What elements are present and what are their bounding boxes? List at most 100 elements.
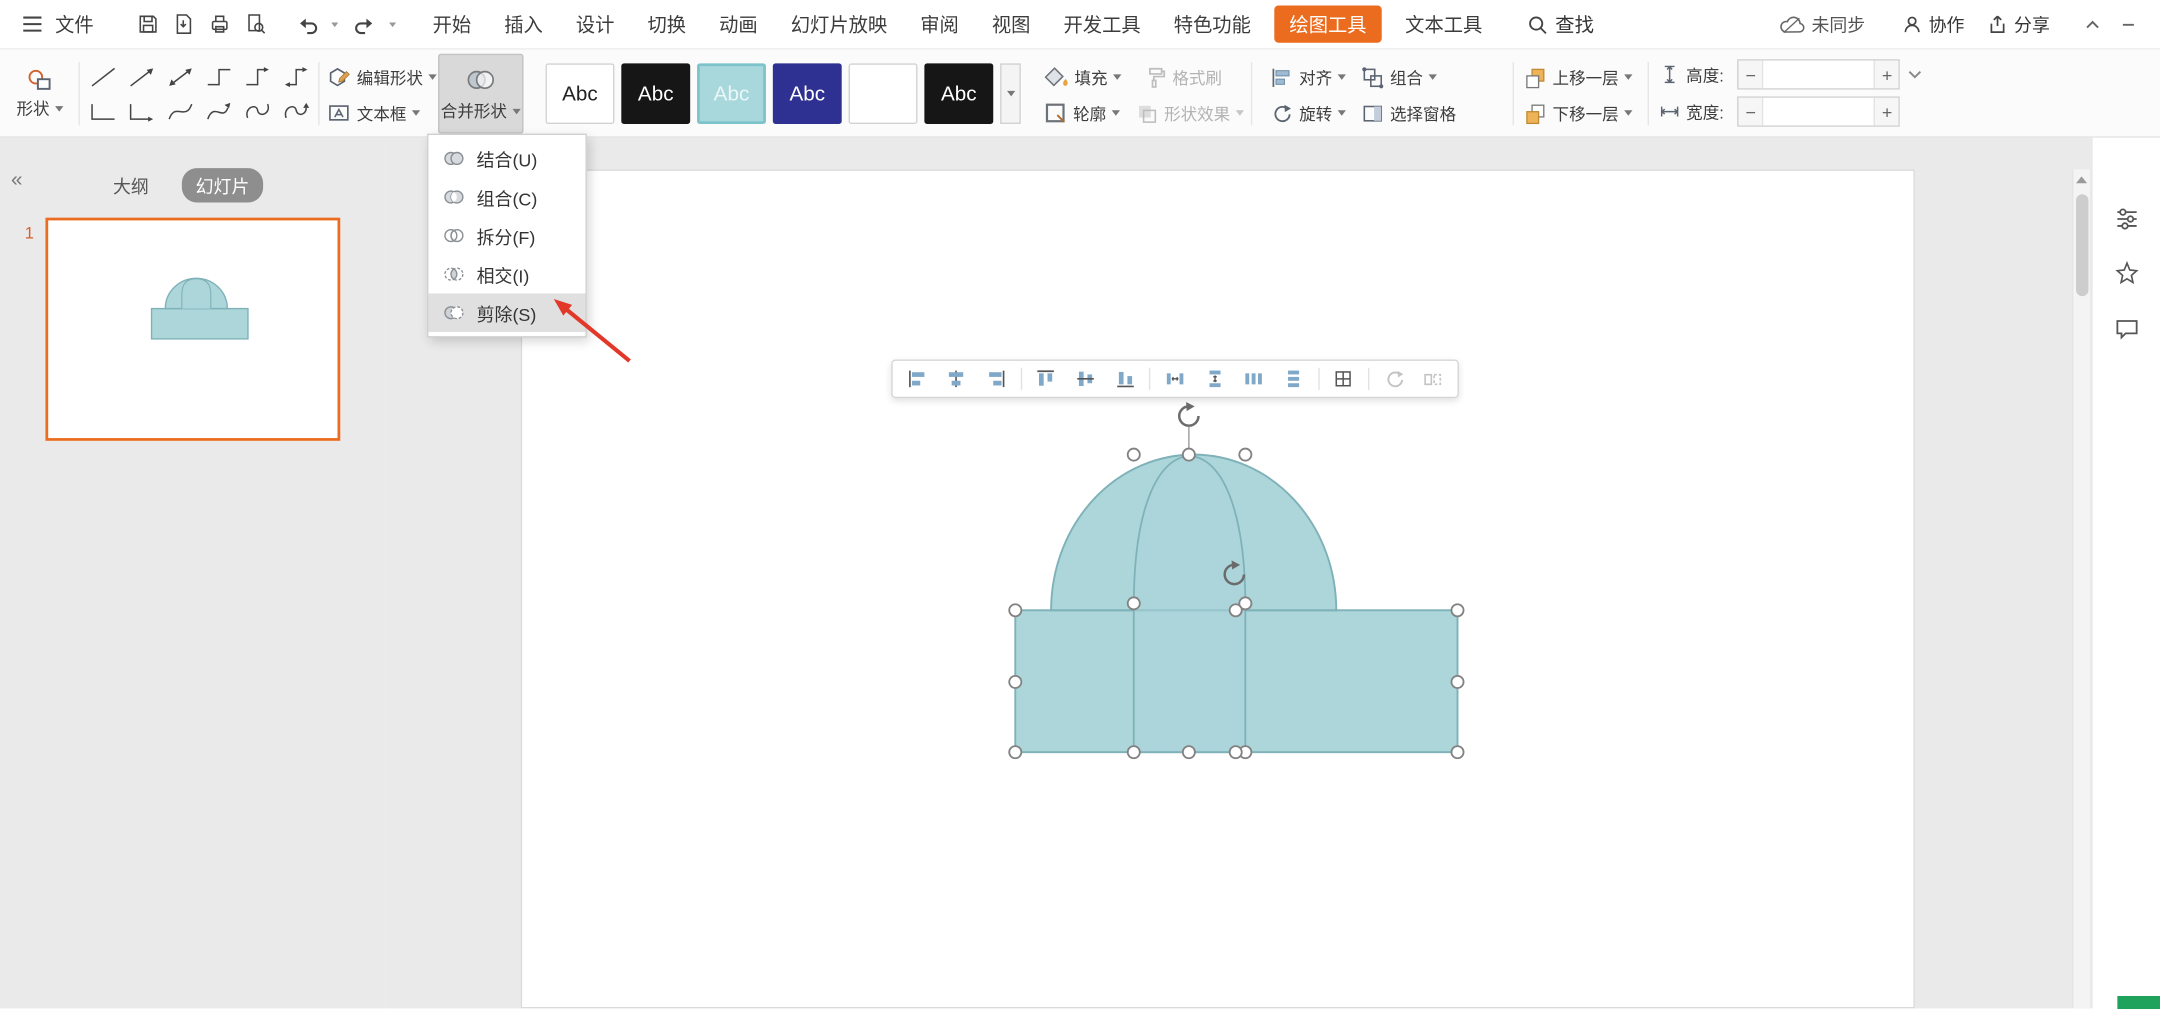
shape-effects-button[interactable]: 形状效果 xyxy=(1135,99,1244,127)
menu-tab[interactable]: 动画 xyxy=(703,0,775,49)
height-label: 高度: xyxy=(1686,63,1724,86)
menu-tab[interactable]: 审阅 xyxy=(904,0,976,49)
hamburger-icon[interactable] xyxy=(14,6,50,42)
line-double-arrow-icon[interactable] xyxy=(161,59,200,93)
rotation-handle[interactable] xyxy=(1179,402,1198,426)
height-minus-button[interactable]: − xyxy=(1739,61,1764,89)
menu-tab-drawing-tools[interactable]: 绘图工具 xyxy=(1274,6,1381,43)
height-input[interactable] xyxy=(1764,61,1874,89)
style-preset[interactable]: Abc xyxy=(546,63,615,124)
curve-arrow-icon[interactable] xyxy=(200,94,239,128)
elbow-up-icon[interactable] xyxy=(84,94,123,128)
editing-canvas[interactable] xyxy=(386,138,2091,1009)
selection-handle[interactable] xyxy=(1230,746,1242,758)
menu-tab[interactable]: 设计 xyxy=(559,0,631,49)
edit-shape-button[interactable]: 编辑形状 xyxy=(326,63,436,91)
menu-item-fragment[interactable]: 拆分(F) xyxy=(428,216,585,255)
print-preview-icon[interactable] xyxy=(237,6,273,42)
app-window: 文件 开始 插入 设计 切换 动画 幻灯片放映 审阅 视图 xyxy=(0,0,2160,1009)
comments-icon[interactable] xyxy=(2112,314,2142,344)
width-input[interactable] xyxy=(1764,98,1874,126)
selection-pane-button[interactable]: 选择窗格 xyxy=(1361,99,1456,127)
menu-tab[interactable]: 文本工具 xyxy=(1389,0,1499,49)
elbow-up-arrow-icon[interactable] xyxy=(123,94,162,128)
menu-tab[interactable]: 视图 xyxy=(975,0,1047,49)
selection-handle[interactable] xyxy=(1230,604,1242,616)
collaborate-button[interactable]: 协作 xyxy=(1901,11,1964,37)
menu-item-union[interactable]: 结合(U) xyxy=(428,139,585,178)
style-preset[interactable] xyxy=(849,63,918,124)
menu-tab[interactable]: 切换 xyxy=(631,0,703,49)
width-plus-button[interactable]: + xyxy=(1874,98,1899,126)
collapse-ribbon-icon[interactable] xyxy=(1907,66,1924,83)
undo-caret-icon[interactable] xyxy=(331,22,338,27)
scroll-up-icon[interactable] xyxy=(2076,176,2087,183)
line-arrow-icon[interactable] xyxy=(123,59,162,93)
elbow-arrow-icon[interactable] xyxy=(238,59,277,93)
style-preset-selected[interactable]: Abc xyxy=(697,63,766,124)
selection-handle[interactable] xyxy=(1128,449,1140,461)
menu-tab[interactable]: 特色功能 xyxy=(1157,0,1267,49)
vertical-scrollbar[interactable] xyxy=(2072,169,2090,1008)
group-button[interactable]: 组合 xyxy=(1361,63,1437,91)
menu-tab[interactable]: 插入 xyxy=(488,0,560,49)
file-menu[interactable]: 文件 xyxy=(50,0,111,49)
width-minus-button[interactable]: − xyxy=(1739,98,1764,126)
save-icon[interactable] xyxy=(129,6,165,42)
align-button[interactable]: 对齐 xyxy=(1270,63,1346,91)
tab-slides[interactable]: 幻灯片 xyxy=(182,168,263,202)
redo-icon[interactable] xyxy=(347,6,383,42)
menu-item-combine[interactable]: 组合(C) xyxy=(428,178,585,217)
gallery-more-button[interactable] xyxy=(1000,63,1021,124)
style-preset[interactable]: Abc xyxy=(924,63,993,124)
format-painter-button[interactable]: 格式刷 xyxy=(1143,63,1222,91)
style-preset[interactable]: Abc xyxy=(773,63,842,124)
share-button[interactable]: 分享 xyxy=(1986,11,2049,37)
line-icon[interactable] xyxy=(84,59,123,93)
curve-icon[interactable] xyxy=(161,94,200,128)
s-curve-icon[interactable] xyxy=(238,94,277,128)
selection-handle[interactable] xyxy=(1128,597,1140,609)
menu-tab[interactable]: 开始 xyxy=(416,0,488,49)
export-icon[interactable] xyxy=(165,6,201,42)
chevron-up-icon[interactable] xyxy=(2075,6,2111,42)
tab-outline[interactable]: 大纲 xyxy=(99,168,162,202)
collapse-panel-button[interactable]: « xyxy=(11,168,22,191)
sync-status[interactable]: 未同步 xyxy=(1778,11,1865,37)
search-button[interactable]: 查找 xyxy=(1526,10,1594,38)
selection-handle[interactable] xyxy=(1451,604,1463,616)
shapes-button[interactable]: 形状 xyxy=(8,55,71,132)
minimize-icon[interactable] xyxy=(2110,6,2146,42)
elbow-double-arrow-icon[interactable] xyxy=(277,59,316,93)
selection-handle[interactable] xyxy=(1128,746,1140,758)
send-backward-button[interactable]: 下移一层 xyxy=(1524,99,1633,127)
selection-handle[interactable] xyxy=(1009,746,1021,758)
selection-handle[interactable] xyxy=(1239,449,1251,461)
textbox-button[interactable]: 文本框 xyxy=(326,99,420,127)
selection-handle[interactable] xyxy=(1009,676,1021,688)
rotate-button[interactable]: 旋转 xyxy=(1270,99,1346,127)
outline-button[interactable]: 轮廓 xyxy=(1043,99,1120,127)
print-icon[interactable] xyxy=(201,6,237,42)
redo-caret-icon[interactable] xyxy=(389,22,396,27)
style-preset[interactable]: Abc xyxy=(621,63,690,124)
merge-shapes-button[interactable]: 合并形状 xyxy=(438,54,523,134)
fill-button[interactable]: 填充 xyxy=(1043,63,1122,91)
undo-icon[interactable] xyxy=(289,6,325,42)
scrollbar-thumb[interactable] xyxy=(2076,194,2088,296)
selection-handle[interactable] xyxy=(1451,676,1463,688)
selection-handle[interactable] xyxy=(1009,604,1021,616)
s-curve-arrow-icon[interactable] xyxy=(277,94,316,128)
bring-forward-button[interactable]: 上移一层 xyxy=(1524,63,1633,91)
selection-handle[interactable] xyxy=(1183,449,1195,461)
menu-tab[interactable]: 幻灯片放映 xyxy=(774,0,903,49)
elbow-connector-icon[interactable] xyxy=(200,59,239,93)
slide-thumbnail[interactable] xyxy=(45,218,340,441)
smart-effects-star-icon[interactable] xyxy=(2112,259,2142,289)
narrow-chord-shape[interactable] xyxy=(1134,456,1246,752)
selection-handle[interactable] xyxy=(1451,746,1463,758)
menu-tab[interactable]: 开发工具 xyxy=(1047,0,1157,49)
properties-sliders-icon[interactable] xyxy=(2112,204,2142,234)
height-plus-button[interactable]: + xyxy=(1874,61,1899,89)
selection-handle[interactable] xyxy=(1183,746,1195,758)
